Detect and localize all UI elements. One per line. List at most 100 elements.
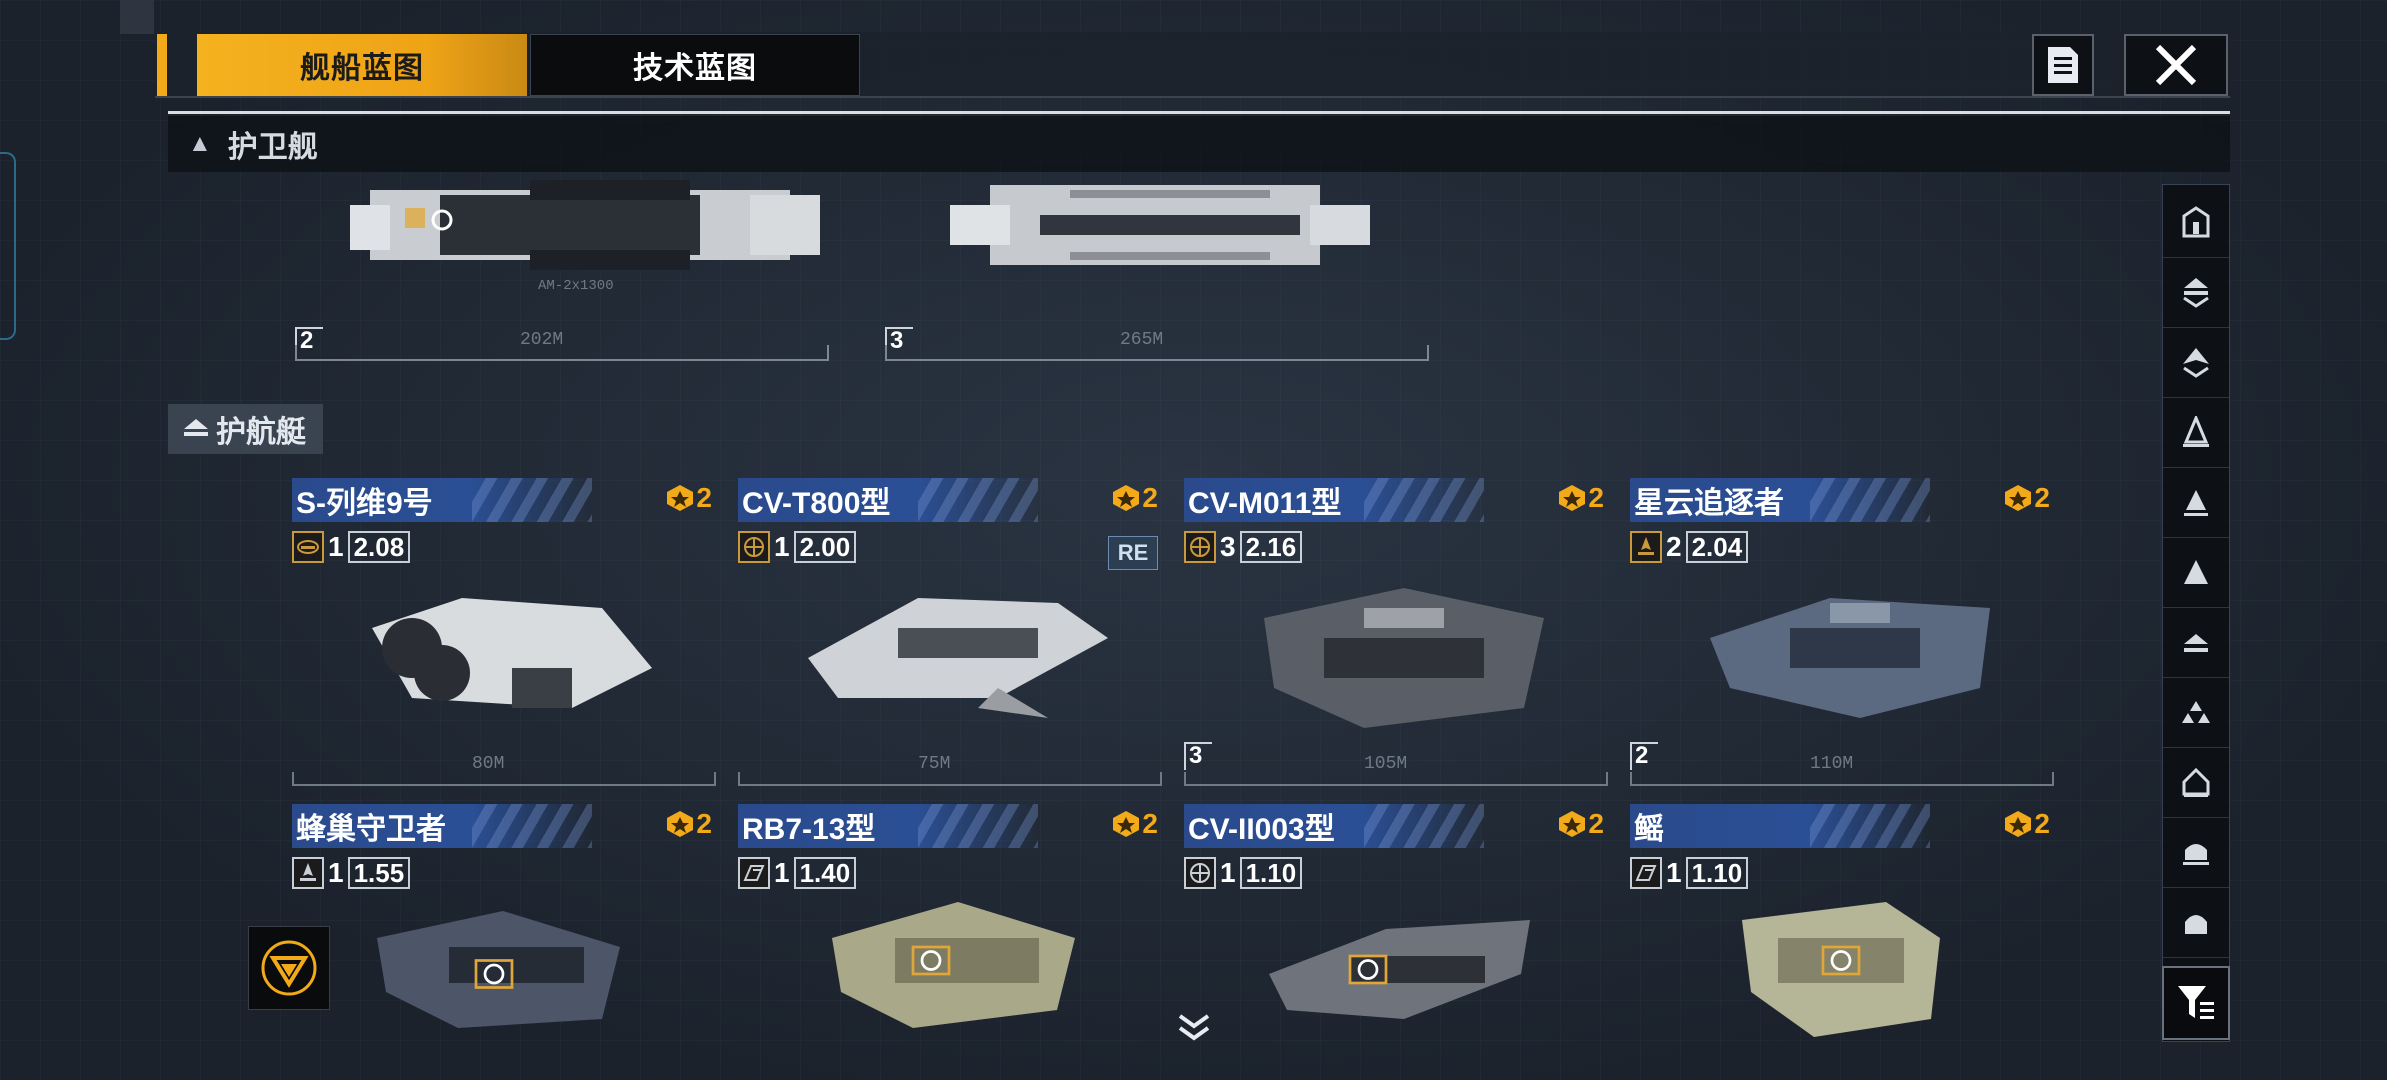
rank-badge: 2	[666, 482, 712, 514]
ship-name: 鳐	[1630, 804, 1930, 848]
rocket-icon	[1630, 531, 1662, 563]
category-nav	[2162, 184, 2230, 1042]
ship-image	[808, 598, 1108, 718]
rank-value: 2	[1142, 482, 1158, 513]
speed-icon	[738, 857, 770, 889]
globe-icon	[738, 531, 770, 563]
ship-image	[832, 902, 1075, 1028]
section-label: 护航艇	[216, 416, 306, 449]
ship-image	[1742, 902, 1940, 1037]
close-button[interactable]	[2124, 34, 2228, 96]
rank-icon	[1559, 811, 1586, 837]
rank-icon	[667, 485, 694, 511]
close-icon	[2155, 44, 2197, 86]
tab-accent	[157, 34, 167, 96]
ship-card[interactable]: RB7-13型 2 1 1.40	[738, 804, 1158, 1080]
corvette-icon	[184, 419, 208, 436]
filter-button[interactable]	[2162, 966, 2230, 1040]
rank-badge: 2	[1112, 482, 1158, 514]
section-header-frigate[interactable]: ▲ 护卫舰	[168, 116, 2230, 172]
rank-badge: 2	[1112, 808, 1158, 840]
nav-frigate[interactable]	[2163, 467, 2229, 538]
rank-badge: 2	[666, 808, 712, 840]
count-badge: 3	[1184, 742, 1212, 770]
rank-icon	[1113, 485, 1140, 511]
document-button[interactable]	[2032, 34, 2094, 96]
ship-image	[372, 598, 652, 708]
rank-value: 2	[2034, 808, 2050, 839]
support-icon	[2182, 767, 2210, 797]
quantity: 1	[328, 857, 344, 888]
quantity: 3	[1220, 531, 1236, 562]
nav-cruiser[interactable]	[2163, 327, 2229, 398]
nav-support[interactable]	[2163, 747, 2229, 818]
scroll-down-icon[interactable]	[1176, 1012, 1212, 1042]
ship-card[interactable]: 星云追逐者 2 2 2.04 2 110M	[1630, 478, 2054, 786]
length-label: 105M	[1364, 754, 1408, 774]
transport-icon	[2183, 844, 2209, 865]
side-drawer-handle[interactable]	[0, 152, 16, 340]
section-label: 护卫舰	[227, 131, 318, 164]
ship-name: CV-T800型	[738, 478, 1038, 522]
rank-icon	[1559, 485, 1586, 511]
quantity: 2	[1666, 531, 1682, 562]
ship-image	[1710, 598, 1990, 718]
ship-image	[1264, 588, 1544, 728]
frigate-card-1[interactable]: AM-2x1300 2 202M	[290, 170, 840, 375]
ship-card[interactable]: CV-T800型 2 1 2.00 RE 75M	[738, 478, 1162, 786]
quantity: 1	[328, 531, 344, 562]
rocket-icon	[292, 857, 324, 889]
length-ruler	[292, 772, 716, 786]
nav-battleship[interactable]	[2163, 257, 2229, 328]
globe-icon	[1184, 857, 1216, 889]
length-ruler	[1184, 772, 1608, 786]
length-label: 202M	[520, 330, 564, 350]
length-ruler	[738, 772, 1162, 786]
quantity: 1	[1666, 857, 1682, 888]
quantity: 1	[1220, 857, 1236, 888]
corner-marker	[120, 0, 154, 34]
rank-icon	[2005, 485, 2032, 511]
ship-card[interactable]: CV-M011型 2 3 2.16 3 105M	[1184, 478, 1608, 786]
ship-card[interactable]: S-列维9号 2 1 2.08 80M	[292, 478, 716, 786]
count-badge: 2	[1630, 742, 1658, 770]
ship-name: CV-II003型	[1184, 804, 1484, 848]
cruiser-icon	[2183, 348, 2209, 378]
nav-corvette[interactable]	[2163, 607, 2229, 678]
ship-name: S-列维9号	[292, 478, 592, 522]
destroyer-icon	[2183, 416, 2209, 447]
ship-name: RB7-13型	[738, 804, 1038, 848]
rank-value: 2	[696, 808, 712, 839]
nav-station[interactable]	[2163, 887, 2229, 958]
nav-transport[interactable]	[2163, 817, 2229, 888]
rank-value: 2	[1588, 482, 1604, 513]
quick-action-button[interactable]	[248, 926, 330, 1010]
frigate-card-2[interactable]: 3 265M	[880, 170, 1430, 375]
rank-value: 2	[2034, 482, 2050, 513]
length-label: 80M	[472, 754, 505, 774]
frigate-icon	[2184, 490, 2208, 516]
torpedo-icon	[292, 531, 324, 563]
length-label: 265M	[1120, 330, 1164, 350]
ship-image	[377, 911, 620, 1028]
ship-card[interactable]: CV-II003型 2 1 1.10	[1184, 804, 1604, 1080]
nav-fighter[interactable]	[2163, 677, 2229, 748]
ship-image	[1269, 920, 1530, 1019]
section-header-corvette[interactable]: 护航艇	[168, 404, 323, 454]
length-label: 75M	[918, 754, 951, 774]
filter-icon	[2178, 986, 2214, 1019]
rank-badge: 2	[1558, 808, 1604, 840]
document-icon	[2048, 47, 2078, 83]
weapon-label: AM-2x1300	[538, 278, 614, 294]
tab-ship-blueprint[interactable]: 舰船蓝图	[197, 34, 527, 96]
ship-image	[950, 185, 1370, 265]
nav-frigate-alt[interactable]	[2163, 537, 2229, 608]
ship-card[interactable]: 蜂巢守卫者 2 1 1.55	[292, 804, 712, 1080]
nav-carrier[interactable]	[2163, 187, 2229, 258]
tab-tech-blueprint[interactable]: 技术蓝图	[530, 34, 860, 96]
rank-badge: 2	[2004, 808, 2050, 840]
ship-card[interactable]: 鳐 2 1 1.10	[1630, 804, 2050, 1080]
rank-icon	[2005, 811, 2032, 837]
station-icon	[2185, 915, 2207, 934]
nav-destroyer[interactable]	[2163, 397, 2229, 468]
